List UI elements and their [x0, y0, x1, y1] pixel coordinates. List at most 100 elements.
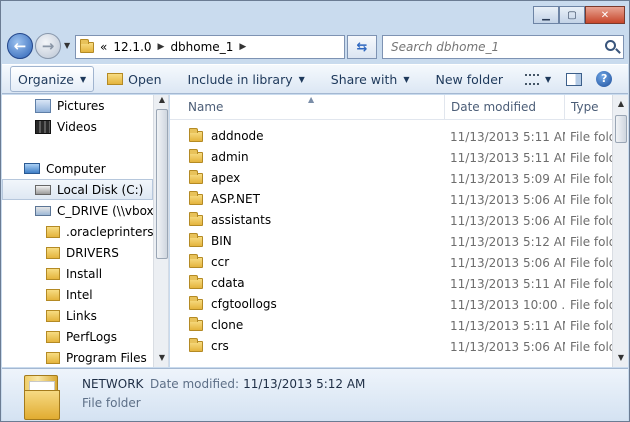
search-input[interactable]: [391, 40, 601, 54]
file-date: 11/13/2013 5:11 AM: [450, 130, 565, 144]
file-name: cdata: [211, 276, 245, 290]
nav-item-label: Computer: [46, 161, 106, 176]
table-row[interactable]: addnode 11/13/2013 5:11 AM File folder: [170, 126, 612, 147]
search-box[interactable]: [382, 35, 624, 59]
forward-button[interactable]: →: [35, 33, 61, 59]
folder-icon: [189, 127, 203, 142]
nav-item-computer[interactable]: Computer: [2, 158, 153, 179]
help-button[interactable]: ?: [588, 66, 620, 92]
file-name: ccr: [211, 255, 230, 269]
table-row[interactable]: crs 11/13/2013 5:06 AM File folder: [170, 336, 612, 357]
folder-icon: [189, 211, 203, 226]
table-row[interactable]: ASP.NET 11/13/2013 5:06 AM File folder: [170, 189, 612, 210]
folder-icon: [189, 190, 203, 205]
open-label: Open: [128, 71, 162, 87]
file-date: 11/13/2013 5:06 AM: [450, 214, 565, 228]
file-date: 11/13/2013 5:11 AM: [450, 277, 565, 291]
nav-item-folder[interactable]: Links: [2, 305, 153, 326]
nav-item-folder[interactable]: Install: [2, 263, 153, 284]
file-date: 11/13/2013 5:09 AM: [450, 172, 565, 186]
nav-item-folder[interactable]: PerfLogs: [2, 326, 153, 347]
nav-item-folder[interactable]: Intel: [2, 284, 153, 305]
table-row[interactable]: ccr 11/13/2013 5:06 AM File folder: [170, 252, 612, 273]
file-name: ASP.NET: [211, 192, 260, 206]
address-bar[interactable]: « 12.1.0 ▶ dbhome_1 ▶: [75, 35, 345, 59]
folder-icon: [46, 267, 60, 280]
breadcrumb-item[interactable]: dbhome_1: [170, 40, 233, 54]
file-type: File folder: [570, 235, 612, 249]
table-row[interactable]: cfgtoollogs 11/13/2013 10:00 ... File fo…: [170, 294, 612, 315]
refresh-button[interactable]: ⇆: [347, 35, 377, 59]
share-with-button[interactable]: Share with ▼: [322, 66, 419, 92]
nav-item-pictures[interactable]: Pictures: [2, 95, 153, 116]
minimize-button[interactable]: ▁: [533, 6, 559, 24]
table-row[interactable]: apex 11/13/2013 5:09 AM File folder: [170, 168, 612, 189]
nav-item-folder[interactable]: DRIVERS: [2, 242, 153, 263]
preview-pane-button[interactable]: [560, 66, 588, 92]
close-button[interactable]: ✕: [585, 6, 625, 24]
organize-label: Organize: [18, 71, 74, 87]
nav-item-videos[interactable]: Videos: [2, 116, 153, 137]
file-name: apex: [211, 171, 241, 185]
folder-icon: [46, 225, 60, 238]
file-list-scrollbar[interactable]: ▲ ▼: [612, 95, 628, 367]
scroll-down-icon[interactable]: ▼: [613, 353, 628, 367]
organize-button[interactable]: Organize ▼: [10, 66, 95, 92]
breadcrumb-overflow[interactable]: «: [100, 40, 107, 54]
include-in-library-button[interactable]: Include in library ▼: [179, 66, 314, 92]
table-row[interactable]: cdata 11/13/2013 5:11 AM File folder: [170, 273, 612, 294]
chevron-down-icon: ▼: [403, 74, 410, 84]
nav-scrollbar[interactable]: ▲ ▼: [153, 95, 168, 367]
scroll-down-icon[interactable]: ▼: [154, 353, 168, 367]
nav-item-label: DRIVERS: [66, 245, 119, 260]
nav-item-label: .oracleprinters: [66, 224, 154, 239]
chevron-right-icon[interactable]: ▶: [239, 42, 246, 52]
nav-item-folder[interactable]: .oracleprinters: [2, 221, 154, 242]
scrollbar-thumb[interactable]: [156, 109, 168, 259]
file-name: cfgtoollogs: [211, 297, 277, 311]
column-header-date[interactable]: Date modified: [445, 95, 565, 120]
nav-item-label: Program Files: [66, 350, 147, 365]
nav-item-label: Install: [66, 266, 103, 281]
column-headers: Name ▲ Date modified Type: [170, 95, 612, 120]
history-dropdown-icon[interactable]: ▼: [64, 41, 70, 50]
help-icon: ?: [596, 71, 613, 87]
file-list: Name ▲ Date modified Type addnode 11/13/…: [170, 95, 628, 367]
network-drive-icon: [35, 205, 51, 216]
date-label: Date modified:: [150, 377, 240, 391]
file-name: BIN: [211, 234, 232, 248]
nav-item-local-disk[interactable]: Local Disk (C:): [2, 179, 153, 200]
nav-item-c-drive[interactable]: C_DRIVE (\\vboxsr: [2, 200, 165, 221]
change-view-button[interactable]: ▼: [516, 66, 560, 92]
scroll-up-icon[interactable]: ▲: [613, 99, 628, 113]
table-row[interactable]: assistants 11/13/2013 5:06 AM File folde…: [170, 210, 612, 231]
pictures-icon: [35, 98, 51, 113]
file-date: 11/13/2013 5:06 AM: [450, 340, 565, 354]
search-icon[interactable]: [605, 40, 616, 51]
scroll-up-icon[interactable]: ▲: [154, 95, 168, 109]
column-header-type[interactable]: Type: [565, 95, 612, 120]
selected-item-name: NETWORK: [82, 377, 144, 391]
open-button[interactable]: Open: [98, 66, 170, 92]
back-button[interactable]: ←: [7, 33, 33, 59]
nav-item-folder[interactable]: Program Files: [2, 347, 153, 367]
scrollbar-thumb[interactable]: [615, 115, 627, 143]
folder-icon: [189, 337, 203, 352]
new-folder-button[interactable]: New folder: [427, 66, 513, 92]
maximize-button[interactable]: ▢: [559, 6, 585, 24]
folder-icon: [189, 253, 203, 268]
file-name: clone: [211, 318, 244, 332]
caption-buttons: ▁ ▢ ✕: [533, 6, 625, 24]
videos-icon: [35, 119, 51, 134]
table-row[interactable]: BIN 11/13/2013 5:12 AM File folder: [170, 231, 612, 252]
chevron-right-icon[interactable]: ▶: [158, 42, 165, 52]
nav-item-label: Local Disk (C:): [57, 182, 144, 197]
file-date: 11/13/2013 10:00 ...: [450, 298, 565, 312]
chevron-down-icon: ▼: [298, 74, 305, 84]
nav-item-label: Videos: [57, 119, 97, 134]
table-row[interactable]: admin 11/13/2013 5:11 AM File folder: [170, 147, 612, 168]
table-row[interactable]: clone 11/13/2013 5:11 AM File folder: [170, 315, 612, 336]
nav-item-label: Intel: [66, 287, 93, 302]
breadcrumb-item[interactable]: 12.1.0: [113, 40, 151, 54]
file-date: 11/13/2013 5:11 AM: [450, 319, 565, 333]
